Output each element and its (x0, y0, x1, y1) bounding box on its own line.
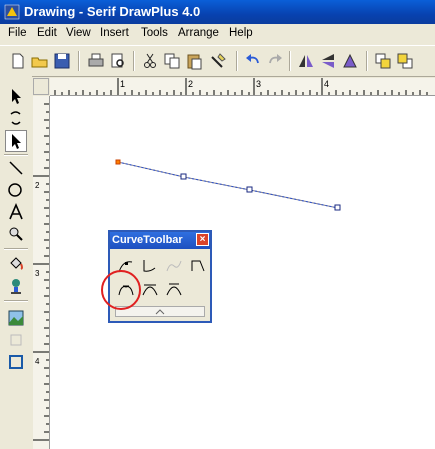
ruler-corner[interactable] (33, 78, 49, 95)
vertical-ruler[interactable]: 2 3 4 (33, 96, 50, 449)
highlight-circle (101, 270, 141, 310)
pointer-tool-icon[interactable] (6, 86, 26, 106)
zoom-tool-icon[interactable] (6, 224, 26, 244)
control-node[interactable] (246, 186, 253, 193)
print-icon[interactable] (86, 51, 106, 71)
standard-toolbar (0, 45, 435, 77)
vruler-label-1: 2 (35, 181, 40, 190)
save-icon[interactable] (52, 51, 72, 71)
picture-tool-icon[interactable] (6, 308, 26, 328)
paste-icon[interactable] (184, 51, 204, 71)
symmetric-corner-icon[interactable] (164, 279, 184, 299)
format-painter-icon[interactable] (208, 51, 228, 71)
window-title: Drawing - Serif DrawPlus 4.0 (24, 4, 201, 19)
undo-icon[interactable] (243, 51, 263, 71)
node-tool-icon[interactable] (5, 130, 27, 152)
break-curve-icon[interactable] (140, 256, 160, 276)
line-tool-icon[interactable] (6, 158, 26, 178)
menu-view[interactable]: View (66, 27, 91, 39)
menu-file[interactable]: File (8, 27, 27, 39)
open-icon[interactable] (30, 51, 50, 71)
horizontal-ruler[interactable]: 1 2 3 4 (50, 78, 435, 96)
new-icon[interactable] (8, 51, 28, 71)
hruler-label-1: 1 (120, 79, 125, 89)
menu-bar: File Edit View Insert Tools Arrange Help (0, 24, 435, 44)
text-tool-icon[interactable] (6, 202, 26, 222)
crop-tool-icon[interactable] (6, 330, 26, 350)
frame-tool-icon[interactable] (6, 352, 26, 372)
menu-edit[interactable]: Edit (37, 27, 57, 39)
end-node[interactable] (334, 204, 341, 211)
vruler-label-2: 3 (35, 269, 40, 278)
flip-vertical-icon[interactable] (318, 51, 338, 71)
menu-help[interactable]: Help (229, 27, 253, 39)
join-curves-icon[interactable] (164, 256, 184, 276)
send-to-back-icon[interactable] (395, 51, 415, 71)
title-bar: Drawing - Serif DrawPlus 4.0 (0, 0, 435, 24)
curve-toolbar-title: CurveToolbar (112, 234, 183, 246)
flip-horizontal-icon[interactable] (296, 51, 316, 71)
hruler-label-4: 4 (324, 79, 329, 89)
app-icon (4, 4, 20, 20)
rotate-icon[interactable] (340, 51, 360, 71)
copy-icon[interactable] (162, 51, 182, 71)
menu-tools[interactable]: Tools (141, 27, 168, 39)
menu-arrange[interactable]: Arrange (178, 27, 219, 39)
selected-line[interactable] (117, 161, 339, 209)
curve-toolbar-titlebar[interactable]: CurveToolbar × (110, 232, 210, 249)
vruler-label-3: 4 (35, 357, 40, 366)
redo-icon[interactable] (265, 51, 285, 71)
start-node[interactable] (115, 159, 121, 165)
close-button[interactable]: × (196, 233, 209, 246)
bring-to-front-icon[interactable] (373, 51, 393, 71)
tool-palette (0, 76, 32, 449)
close-curve-icon[interactable] (188, 256, 208, 276)
smooth-corner-icon[interactable] (140, 279, 160, 299)
hruler-label-3: 3 (256, 79, 261, 89)
cut-icon[interactable] (140, 51, 160, 71)
print-preview-icon[interactable] (108, 51, 128, 71)
hruler-label-2: 2 (188, 79, 193, 89)
fill-tool-icon[interactable] (6, 254, 26, 274)
control-node[interactable] (180, 173, 187, 180)
transparency-tool-icon[interactable] (6, 276, 26, 296)
menu-insert[interactable]: Insert (100, 27, 129, 39)
ellipse-tool-icon[interactable] (6, 180, 26, 200)
rotate-tool-icon[interactable] (6, 108, 26, 128)
